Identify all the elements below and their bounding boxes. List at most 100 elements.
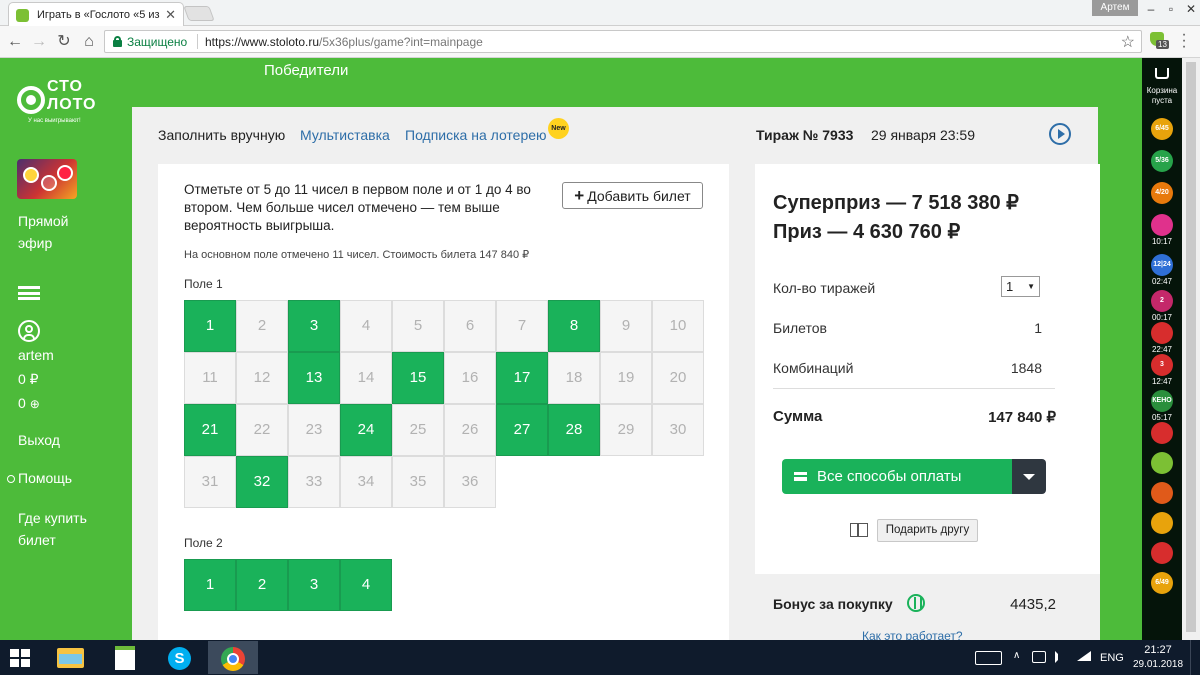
clock-date[interactable]: 29.01.2018 [1130,659,1186,670]
minimize-icon[interactable]: – [1142,2,1160,16]
play-icon[interactable] [1049,123,1071,145]
field1-number-cell[interactable]: 6 [444,300,496,352]
field1-number-cell[interactable]: 11 [184,352,236,404]
field1-number-cell[interactable]: 25 [392,404,444,456]
7-49-icon[interactable] [1151,542,1173,564]
field1-number-cell[interactable]: 33 [288,456,340,508]
extension-shield-icon[interactable]: 13 [1150,32,1169,49]
field1-number-cell[interactable]: 1 [184,300,236,352]
maximize-icon[interactable]: ▫ [1162,2,1180,16]
bonus-points[interactable]: 0 ⊕ [18,392,40,415]
field2-number-cell[interactable]: 3 [288,559,340,611]
speaker-icon[interactable] [1055,651,1063,663]
field1-number-cell[interactable]: 16 [444,352,496,404]
field1-number-cell[interactable]: 30 [652,404,704,456]
3-icon[interactable]: 3 [1151,354,1173,376]
reload-icon[interactable]: ↻ [54,32,74,52]
profile-badge[interactable]: Артем [1092,0,1138,16]
field1-number-cell[interactable]: 3 [288,300,340,352]
field1-number-cell[interactable]: 15 [392,352,444,404]
field1-number-cell[interactable]: 22 [236,404,288,456]
field1-number-cell[interactable]: 13 [288,352,340,404]
notepad-button[interactable] [100,641,150,674]
tray-app-icon[interactable] [1032,651,1046,663]
show-desktop-button[interactable] [1190,640,1200,675]
field1-number-cell[interactable]: 32 [236,456,288,508]
field2-number-cell[interactable]: 1 [184,559,236,611]
tab-subscription[interactable]: Подписка на лотерею [405,127,547,143]
windows-start-icon[interactable] [10,649,30,667]
address-bar[interactable]: Защищено https://www.stoloto.ru/5x36plus… [104,30,1142,53]
field1-number-cell[interactable]: 17 [496,352,548,404]
network-icon[interactable] [1077,651,1091,661]
chevron-up-icon[interactable]: ∧ [1013,650,1020,661]
field1-number-cell[interactable]: 27 [496,404,548,456]
live-link-line1[interactable]: Прямой [18,210,69,232]
close-tab-icon[interactable]: ✕ [165,7,176,23]
field1-number-cell[interactable]: 29 [600,404,652,456]
close-window-icon[interactable]: ✕ [1182,2,1200,16]
6-45-icon[interactable]: 6/45 [1151,118,1173,140]
help-link[interactable]: Помощь [18,467,72,489]
field1-number-cell[interactable]: 12 [236,352,288,404]
rapido-icon[interactable] [1151,214,1173,236]
field1-number-cell[interactable]: 20 [652,352,704,404]
bingo-icon[interactable] [1151,422,1173,444]
bookmark-star-icon[interactable]: ☆ [1121,32,1135,52]
top3-icon[interactable] [1151,322,1173,344]
live-stream-thumbnail[interactable] [17,159,77,199]
winners-link[interactable]: Победители [264,62,348,79]
field1-number-cell[interactable]: 26 [444,404,496,456]
5-36-icon[interactable]: 5/36 [1151,150,1173,172]
field1-number-cell[interactable]: 2 [236,300,288,352]
keno-icon[interactable]: КЕНО [1151,390,1173,412]
home-icon[interactable]: ⌂ [79,32,99,52]
logo-icon[interactable] [17,86,45,114]
forward-arrow-icon[interactable]: → [29,32,49,52]
rusloto-icon[interactable] [1151,482,1173,504]
pay-all-methods-button[interactable]: Все способы оплаты [782,459,1012,494]
field1-number-cell[interactable]: 34 [340,456,392,508]
field1-number-cell[interactable]: 28 [548,404,600,456]
tab-manual-fill[interactable]: Заполнить вручную [158,127,285,143]
where-buy-link-line2[interactable]: билет [18,529,56,551]
field2-number-cell[interactable]: 2 [236,559,288,611]
menu-hamburger-icon[interactable] [18,286,40,300]
field1-number-cell[interactable]: 36 [444,456,496,508]
username-link[interactable]: artem [18,344,54,366]
logout-link[interactable]: Выход [18,429,60,451]
logo-text-line2[interactable]: ЛОТО [47,96,97,114]
field1-number-cell[interactable]: 4 [340,300,392,352]
field1-number-cell[interactable]: 31 [184,456,236,508]
field1-number-cell[interactable]: 35 [392,456,444,508]
keyboard-icon[interactable] [975,651,1002,665]
field1-number-cell[interactable]: 23 [288,404,340,456]
chrome-button[interactable] [208,641,258,674]
clock-time[interactable]: 21:27 [1134,644,1182,656]
duel-icon[interactable]: 2 [1151,290,1173,312]
bonus-how-it-works-link[interactable]: Как это работает? [862,629,963,640]
field1-number-cell[interactable]: 18 [548,352,600,404]
field1-number-cell[interactable]: 19 [600,352,652,404]
field2-number-cell[interactable]: 4 [340,559,392,611]
user-avatar-icon[interactable] [18,320,40,342]
browser-tab[interactable]: Играть в «Гослото «5 из ✕ [8,2,184,26]
balance-value[interactable]: 0 ₽ [18,368,39,390]
draws-count-select[interactable]: 1 ▼ [1001,276,1040,297]
where-buy-link-line1[interactable]: Где купить [18,507,87,529]
tab-multibet[interactable]: Мультиставка [300,127,390,143]
logo-text-line1[interactable]: СТО [47,78,83,96]
field1-number-cell[interactable]: 8 [548,300,600,352]
field1-number-cell[interactable]: 5 [392,300,444,352]
pay-options-dropdown-button[interactable] [1012,459,1046,494]
horseshoe-icon[interactable] [1151,512,1173,534]
4-20-icon[interactable]: 4/20 [1151,182,1173,204]
gift-to-friend-button[interactable]: Подарить другу [877,519,978,542]
scrollbar-thumb[interactable] [1186,62,1196,632]
skype-button[interactable]: S [155,641,205,674]
field1-number-cell[interactable]: 10 [652,300,704,352]
field1-number-cell[interactable]: 21 [184,404,236,456]
zhilishnaya-icon[interactable] [1151,452,1173,474]
new-tab-button[interactable] [183,6,215,21]
browser-menu-icon[interactable]: · · · [1180,27,1188,55]
